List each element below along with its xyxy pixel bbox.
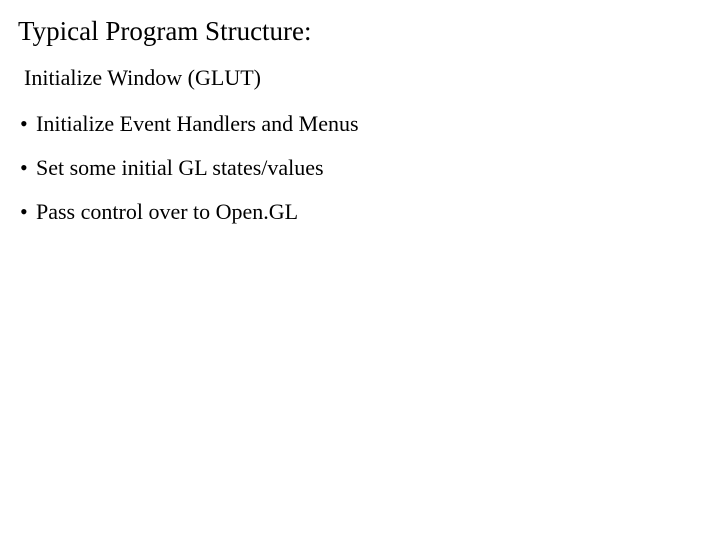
slide-subtitle: Initialize Window (GLUT) <box>24 65 702 91</box>
list-item: Initialize Event Handlers and Menus <box>20 111 702 137</box>
bullet-list: Initialize Event Handlers and Menus Set … <box>20 111 702 225</box>
list-item: Pass control over to Open.GL <box>20 199 702 225</box>
list-item: Set some initial GL states/values <box>20 155 702 181</box>
slide-title: Typical Program Structure: <box>18 16 702 47</box>
